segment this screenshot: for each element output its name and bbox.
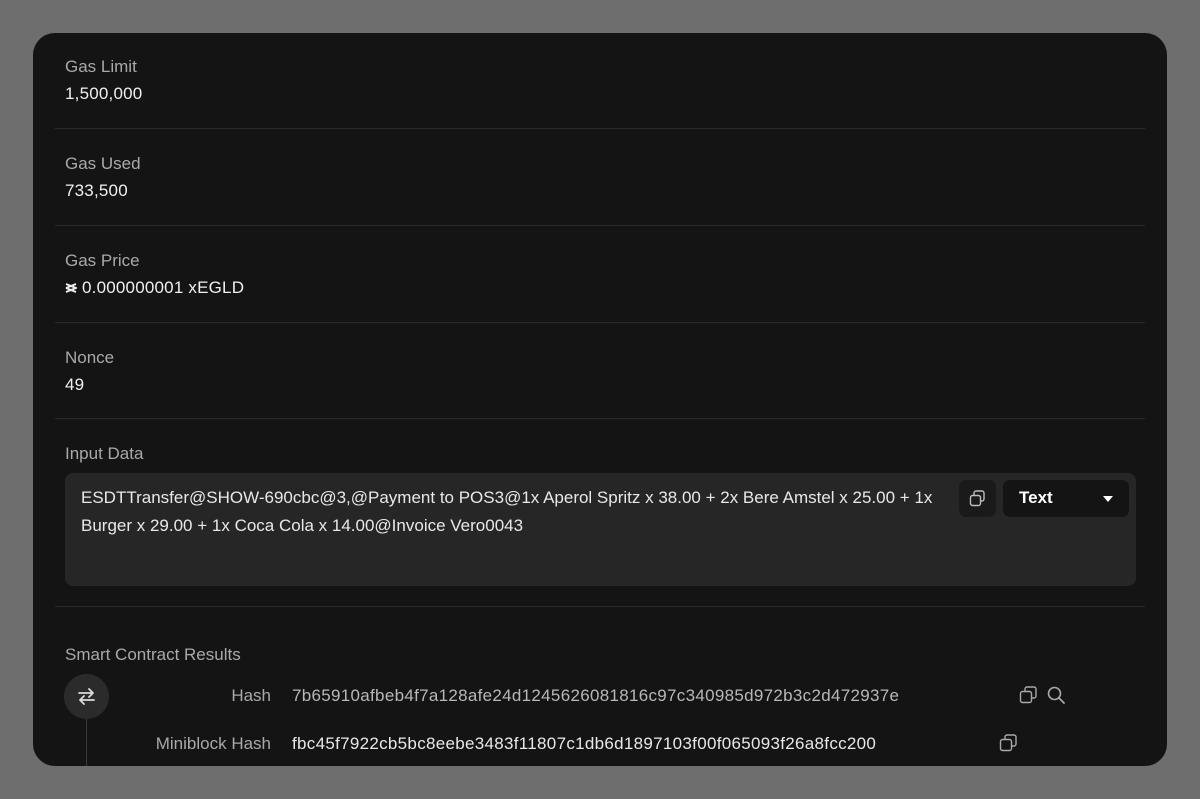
hash-label: Hash bbox=[231, 686, 271, 705]
miniblock-hash-value: fbc45f7922cb5bc8eebe3483f11807c1db6d1897… bbox=[292, 734, 877, 753]
gas-limit-value: 1,500,000 bbox=[65, 84, 143, 103]
gas-price-value-wrap: 0.000000001 xEGLD bbox=[65, 278, 244, 298]
miniblock-hash-label: Miniblock Hash bbox=[155, 734, 271, 753]
search-icon[interactable] bbox=[1046, 685, 1066, 705]
gas-limit-label: Gas Limit bbox=[65, 57, 137, 76]
input-data-box: ESDTTransfer@SHOW-690cbc@3,@Payment to P… bbox=[65, 473, 1136, 586]
nonce-label: Nonce bbox=[65, 348, 115, 367]
gas-used-row: Gas Used 733,500 bbox=[55, 128, 1145, 226]
timeline-line bbox=[86, 719, 87, 766]
gas-limit-row: Gas Limit 1,500,000 bbox=[55, 33, 1145, 129]
hash-value: 7b65910afbeb4f7a128afe24d1245626081816c9… bbox=[292, 686, 900, 705]
format-select-value: Text bbox=[1019, 488, 1053, 507]
copy-miniblock-hash-icon[interactable] bbox=[998, 733, 1018, 753]
gas-price-label: Gas Price bbox=[65, 251, 140, 270]
transaction-details-card: Gas Limit 1,500,000 Gas Used 733,500 Gas… bbox=[33, 33, 1167, 766]
chevron-down-icon bbox=[1103, 496, 1113, 502]
smart-contract-results-label: Smart Contract Results bbox=[65, 645, 241, 664]
egld-icon bbox=[65, 278, 79, 298]
gas-price-value: 0.000000001 xEGLD bbox=[82, 278, 245, 297]
nonce-row: Nonce 49 bbox=[55, 322, 1145, 419]
gas-price-row: Gas Price 0.000000001 xEGLD bbox=[55, 225, 1145, 323]
gas-used-value: 733,500 bbox=[65, 181, 128, 200]
nonce-value: 49 bbox=[65, 375, 85, 394]
input-data-label: Input Data bbox=[65, 444, 144, 463]
copy-hash-icon[interactable] bbox=[1018, 685, 1038, 705]
input-data-text: ESDTTransfer@SHOW-690cbc@3,@Payment to P… bbox=[81, 488, 933, 535]
copy-input-data-button[interactable] bbox=[959, 480, 996, 517]
copy-icon bbox=[969, 490, 985, 507]
transfer-arrows-icon bbox=[64, 674, 109, 719]
gas-used-label: Gas Used bbox=[65, 154, 141, 173]
input-data-format-select[interactable]: Text bbox=[1003, 480, 1129, 517]
